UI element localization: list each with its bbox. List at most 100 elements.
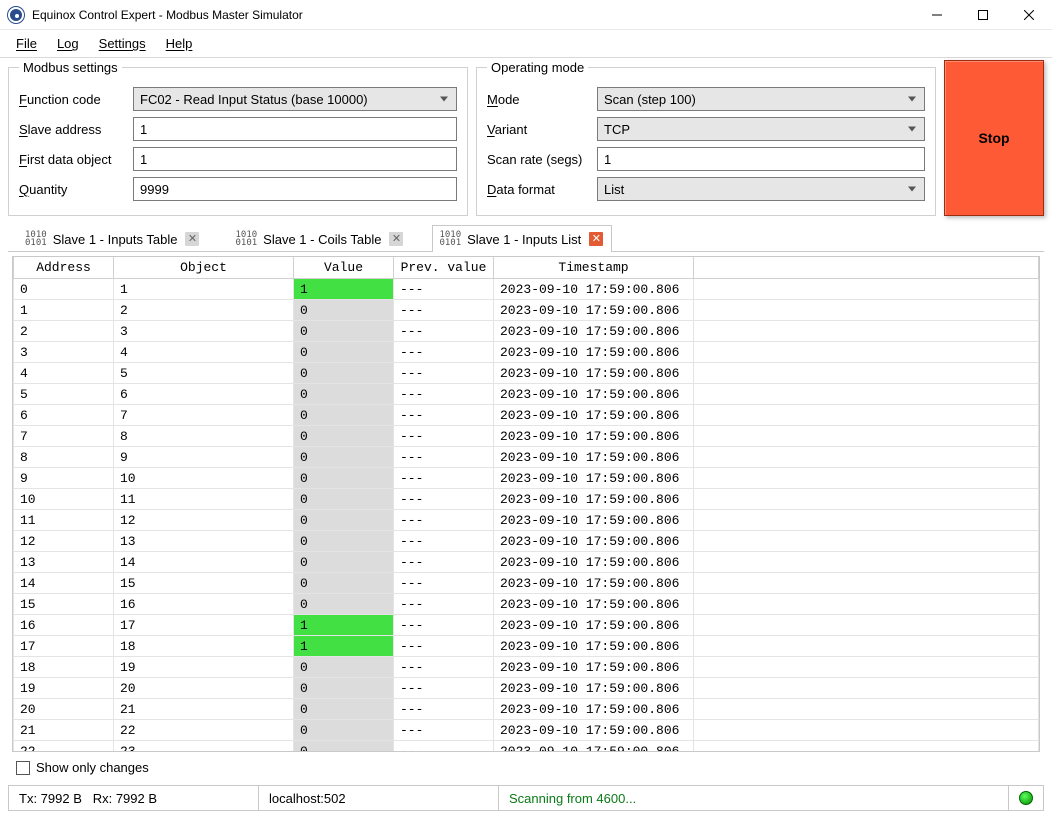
minimize-button[interactable] xyxy=(914,0,960,30)
cell: 5 xyxy=(114,363,294,384)
tab-label: Slave 1 - Inputs List xyxy=(467,232,581,247)
cell: --- xyxy=(394,699,494,720)
table-row[interactable]: 12130---2023-09-10 17:59:00.806 xyxy=(14,531,1039,552)
table-row[interactable]: 230---2023-09-10 17:59:00.806 xyxy=(14,321,1039,342)
cell: 21 xyxy=(114,699,294,720)
cell: --- xyxy=(394,531,494,552)
menu-log[interactable]: Log xyxy=(47,33,89,54)
close-button[interactable] xyxy=(1006,0,1052,30)
table-row[interactable]: 21220---2023-09-10 17:59:00.806 xyxy=(14,720,1039,741)
cell: 2 xyxy=(114,300,294,321)
status-host: localhost:502 xyxy=(259,786,499,810)
show-only-changes-checkbox[interactable] xyxy=(16,761,30,775)
tab-2[interactable]: 1010 0101Slave 1 - Inputs List✕ xyxy=(432,225,612,252)
cell xyxy=(694,657,1039,678)
table-row[interactable]: 20210---2023-09-10 17:59:00.806 xyxy=(14,699,1039,720)
cell xyxy=(694,300,1039,321)
table-row[interactable]: 15160---2023-09-10 17:59:00.806 xyxy=(14,594,1039,615)
cell: 2023-09-10 17:59:00.806 xyxy=(494,342,694,363)
tab-1[interactable]: 1010 0101Slave 1 - Coils Table✕ xyxy=(228,225,412,252)
table-row[interactable]: 16171---2023-09-10 17:59:00.806 xyxy=(14,615,1039,636)
cell: 1 xyxy=(294,279,394,300)
col-spacer xyxy=(694,257,1039,279)
table-row[interactable]: 18190---2023-09-10 17:59:00.806 xyxy=(14,657,1039,678)
slave-address-input[interactable] xyxy=(133,117,457,141)
menu-help[interactable]: Help xyxy=(156,33,203,54)
cell: 10 xyxy=(114,468,294,489)
table-row[interactable]: 560---2023-09-10 17:59:00.806 xyxy=(14,384,1039,405)
cell: 0 xyxy=(294,447,394,468)
function-code-select[interactable]: FC02 - Read Input Status (base 10000) xyxy=(133,87,457,111)
cell xyxy=(694,720,1039,741)
table-row[interactable]: 780---2023-09-10 17:59:00.806 xyxy=(14,426,1039,447)
first-data-input[interactable] xyxy=(133,147,457,171)
cell: --- xyxy=(394,510,494,531)
col-value[interactable]: Value xyxy=(294,257,394,279)
table-row[interactable]: 13140---2023-09-10 17:59:00.806 xyxy=(14,552,1039,573)
table-row[interactable]: 11120---2023-09-10 17:59:00.806 xyxy=(14,510,1039,531)
cell: 0 xyxy=(294,468,394,489)
tab-0[interactable]: 1010 0101Slave 1 - Inputs Table✕ xyxy=(18,225,208,252)
menubar: File Log Settings Help xyxy=(0,30,1052,58)
tab-close-icon[interactable]: ✕ xyxy=(589,232,603,246)
first-data-label: First data object xyxy=(19,152,127,167)
col-object[interactable]: Object xyxy=(114,257,294,279)
cell xyxy=(694,405,1039,426)
cell: 14 xyxy=(114,552,294,573)
cell: 2023-09-10 17:59:00.806 xyxy=(494,657,694,678)
scanrate-input[interactable] xyxy=(597,147,925,171)
cell: 3 xyxy=(14,342,114,363)
col-prev[interactable]: Prev. value xyxy=(394,257,494,279)
app-icon xyxy=(8,7,24,23)
table-row[interactable]: 340---2023-09-10 17:59:00.806 xyxy=(14,342,1039,363)
variant-select[interactable]: TCP xyxy=(597,117,925,141)
cell xyxy=(694,594,1039,615)
table-row[interactable]: 120---2023-09-10 17:59:00.806 xyxy=(14,300,1039,321)
table-row[interactable]: 10110---2023-09-10 17:59:00.806 xyxy=(14,489,1039,510)
maximize-button[interactable] xyxy=(960,0,1006,30)
cell: --- xyxy=(394,321,494,342)
cell: 2023-09-10 17:59:00.806 xyxy=(494,594,694,615)
cell: 0 xyxy=(294,405,394,426)
cell xyxy=(694,279,1039,300)
cell: 22 xyxy=(114,720,294,741)
cell: 18 xyxy=(14,657,114,678)
cell: --- xyxy=(394,342,494,363)
table-row[interactable]: 670---2023-09-10 17:59:00.806 xyxy=(14,405,1039,426)
cell: 0 xyxy=(294,594,394,615)
table-row[interactable]: 011---2023-09-10 17:59:00.806 xyxy=(14,279,1039,300)
table-row[interactable]: 19200---2023-09-10 17:59:00.806 xyxy=(14,678,1039,699)
data-table-scroll[interactable]: Address Object Value Prev. value Timesta… xyxy=(13,257,1039,751)
cell: 16 xyxy=(14,615,114,636)
stop-button[interactable]: Stop xyxy=(944,60,1044,216)
cell xyxy=(694,321,1039,342)
binary-icon: 1010 0101 xyxy=(235,231,257,247)
table-row[interactable]: 17181---2023-09-10 17:59:00.806 xyxy=(14,636,1039,657)
tab-close-icon[interactable]: ✕ xyxy=(389,232,403,246)
cell: 2023-09-10 17:59:00.806 xyxy=(494,321,694,342)
function-code-label: Function code xyxy=(19,92,127,107)
col-address[interactable]: Address xyxy=(14,257,114,279)
table-row[interactable]: 14150---2023-09-10 17:59:00.806 xyxy=(14,573,1039,594)
cell: 2023-09-10 17:59:00.806 xyxy=(494,384,694,405)
cell: --- xyxy=(394,615,494,636)
quantity-input[interactable] xyxy=(133,177,457,201)
cell: 0 xyxy=(294,699,394,720)
table-row[interactable]: 890---2023-09-10 17:59:00.806 xyxy=(14,447,1039,468)
cell xyxy=(694,699,1039,720)
mode-select[interactable]: Scan (step 100) xyxy=(597,87,925,111)
table-row[interactable]: 22230---2023-09-10 17:59:00.806 xyxy=(14,741,1039,752)
cell xyxy=(694,342,1039,363)
cell: 2023-09-10 17:59:00.806 xyxy=(494,552,694,573)
table-row[interactable]: 9100---2023-09-10 17:59:00.806 xyxy=(14,468,1039,489)
cell: 12 xyxy=(114,510,294,531)
cell: 2023-09-10 17:59:00.806 xyxy=(494,405,694,426)
tab-close-icon[interactable]: ✕ xyxy=(185,232,199,246)
cell: 2023-09-10 17:59:00.806 xyxy=(494,531,694,552)
col-timestamp[interactable]: Timestamp xyxy=(494,257,694,279)
menu-file[interactable]: File xyxy=(6,33,47,54)
menu-settings[interactable]: Settings xyxy=(89,33,156,54)
dataformat-select[interactable]: List xyxy=(597,177,925,201)
table-row[interactable]: 450---2023-09-10 17:59:00.806 xyxy=(14,363,1039,384)
cell: 13 xyxy=(114,531,294,552)
